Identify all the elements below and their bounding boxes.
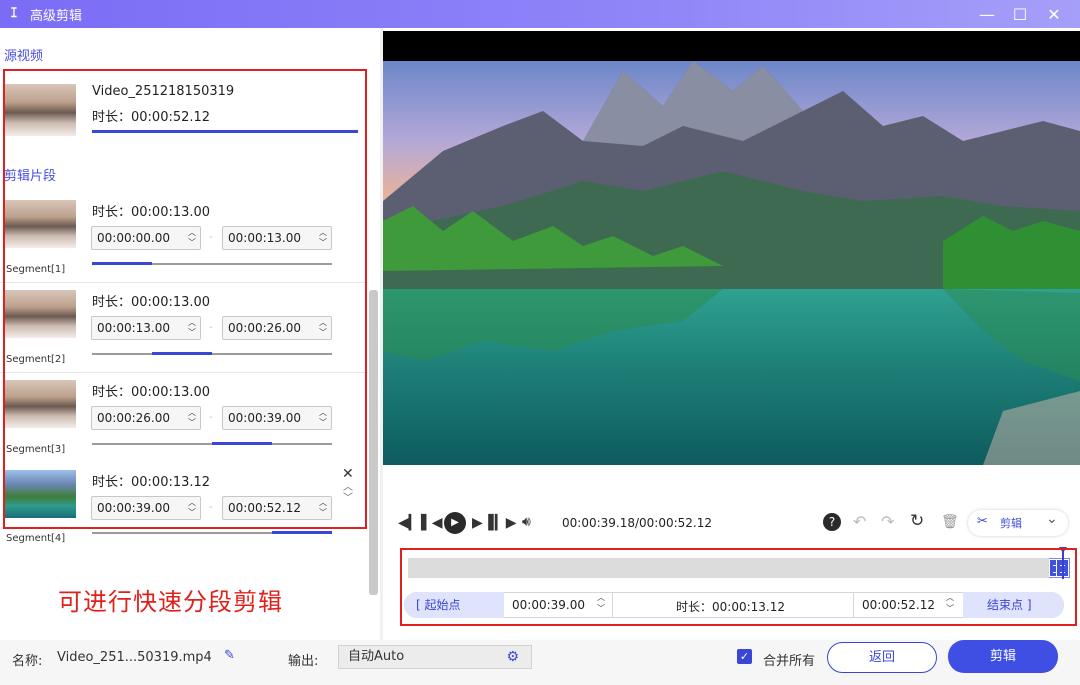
cut-dropdown[interactable]: ✂ 剪辑 ⌄: [968, 510, 1068, 536]
cut-button[interactable]: 剪辑: [948, 640, 1058, 673]
source-video-title: 源视频: [4, 49, 44, 64]
edit-name-icon[interactable]: ✎: [224, 648, 235, 663]
next-frame-icon[interactable]: ▎▶: [495, 515, 517, 531]
prev-frame-icon[interactable]: ◀▎: [398, 515, 420, 531]
merge-all-checkbox[interactable]: ✓: [737, 649, 752, 664]
minimize-button[interactable]: —: [970, 0, 1004, 28]
output-label: 输出:: [288, 654, 319, 669]
highlight-box: [400, 548, 1077, 626]
highlight-box: [3, 69, 367, 529]
cut-dropdown-label: 剪辑: [1000, 517, 1022, 530]
skip-forward-icon[interactable]: ▶▐: [472, 515, 494, 531]
window-title: 高级剪辑: [30, 8, 83, 24]
name-label: 名称:: [12, 654, 43, 669]
output-select[interactable]: 自动Auto ⚙: [338, 645, 532, 669]
title-bar: ꕯ 高级剪辑: [0, 0, 1080, 28]
trash-icon[interactable]: 🗑︎: [941, 514, 959, 530]
app-logo-icon: ꕯ: [10, 6, 18, 21]
output-select-value: 自动Auto: [348, 649, 405, 664]
left-scrollbar[interactable]: [369, 290, 378, 595]
video-frame: [383, 61, 1080, 465]
time-readout: 00:00:39.18/00:00:52.12: [562, 516, 712, 530]
merge-all-label: 合并所有: [763, 654, 816, 669]
chevron-down-icon: ⌄: [1046, 511, 1058, 527]
cut-button-label: 剪辑: [989, 649, 1016, 664]
back-button[interactable]: 返回: [827, 642, 937, 673]
redo-icon[interactable]: ↷: [881, 514, 894, 530]
segment-label: Segment[4]: [6, 533, 66, 544]
help-icon[interactable]: ?: [823, 513, 841, 531]
gear-icon[interactable]: ⚙: [506, 646, 519, 668]
maximize-button[interactable]: ☐: [1003, 0, 1037, 28]
play-icon[interactable]: ▶: [444, 512, 466, 534]
reset-icon[interactable]: ↻: [910, 513, 924, 530]
file-name: Video_251...50319.mp4: [57, 650, 212, 665]
skip-back-icon[interactable]: ▌◀: [421, 515, 443, 531]
close-window-button[interactable]: ✕: [1037, 0, 1071, 28]
undo-icon[interactable]: ↶: [853, 514, 866, 530]
video-preview[interactable]: [383, 31, 1080, 465]
caption-text: 可进行快速分段剪辑: [58, 588, 283, 616]
volume-icon[interactable]: 🔊︎: [522, 514, 531, 530]
segment-progress: [272, 531, 332, 534]
scissor-icon: ✂: [977, 514, 988, 529]
